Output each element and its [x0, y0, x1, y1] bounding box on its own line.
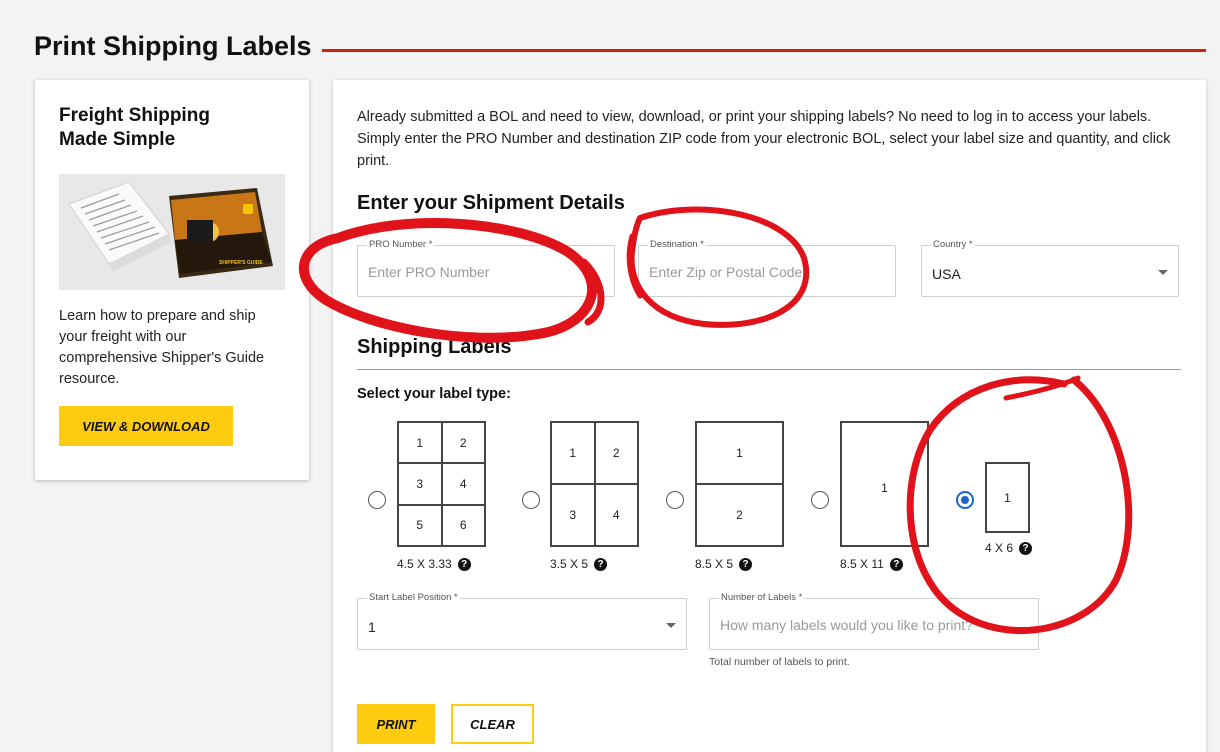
- label-cell: 4: [441, 463, 485, 505]
- label-diagram-3.5x5[interactable]: 1 2 3 4: [550, 421, 639, 547]
- label-size-text: 4.5 X 3.33: [397, 557, 452, 571]
- pro-number-field[interactable]: PRO Number *: [357, 239, 615, 297]
- promo-heading: Freight Shipping Made Simple: [59, 105, 210, 150]
- labels-divider: [357, 369, 1181, 370]
- guide-cover-title: SHIPPER'S GUIDE: [219, 260, 263, 266]
- pro-number-input[interactable]: [368, 264, 604, 280]
- label-diagram-8.5x11[interactable]: 1: [840, 421, 929, 547]
- label-size-caption: 4 X 6 ?: [985, 541, 1033, 555]
- start-label-position-select[interactable]: Start Label Position * 1: [357, 592, 687, 650]
- chevron-down-icon: [1158, 270, 1168, 275]
- print-button[interactable]: PRINT: [357, 704, 435, 744]
- destination-label: Destination *: [648, 239, 706, 250]
- pro-number-label: PRO Number *: [367, 239, 435, 250]
- help-icon[interactable]: ?: [739, 557, 753, 571]
- guide-book-illustration: SHIPPER'S GUIDE: [59, 174, 285, 290]
- help-icon[interactable]: ?: [457, 557, 471, 571]
- destination-input[interactable]: [649, 264, 885, 280]
- label-cell: 3: [551, 484, 595, 546]
- label-cell: 1: [986, 463, 1029, 532]
- label-cell: 1: [696, 422, 783, 484]
- label-cell: 4: [594, 484, 638, 546]
- country-select[interactable]: Country * USA: [921, 239, 1179, 297]
- label-cell: 2: [696, 484, 783, 546]
- label-size-caption: 8.5 X 5 ?: [695, 557, 753, 571]
- label-size-caption: 4.5 X 3.33 ?: [397, 557, 471, 571]
- label-type-radio-8.5x5[interactable]: [666, 491, 684, 509]
- number-of-labels-field[interactable]: Number of Labels *: [709, 592, 1039, 650]
- label-diagram-8.5x5[interactable]: 1 2: [695, 421, 784, 547]
- label-size-caption: 3.5 X 5 ?: [550, 557, 608, 571]
- country-value: USA: [932, 266, 961, 282]
- number-of-labels-input[interactable]: [720, 617, 1028, 633]
- shippers-guide-promo: Freight Shipping Made Simple SHIPPER'S G…: [35, 80, 309, 480]
- shippers-guide-image: SHIPPER'S GUIDE: [59, 174, 285, 290]
- help-icon[interactable]: ?: [889, 557, 903, 571]
- label-cell: 2: [594, 422, 638, 484]
- chevron-down-icon: [666, 623, 676, 628]
- destination-field[interactable]: Destination *: [638, 239, 896, 297]
- label-cell: 1: [841, 422, 928, 546]
- help-icon[interactable]: ?: [1019, 541, 1033, 555]
- label-cell: 1: [398, 422, 442, 464]
- shipping-labels-heading: Shipping Labels: [357, 336, 512, 358]
- help-icon[interactable]: ?: [594, 557, 608, 571]
- start-label-position-value: 1: [368, 619, 376, 635]
- label-type-radio-3.5x5[interactable]: [522, 491, 540, 509]
- label-cell: 6: [441, 504, 485, 546]
- label-cell: 1: [551, 422, 595, 484]
- label-size-text: 3.5 X 5: [550, 557, 589, 571]
- label-type-heading: Select your label type:: [357, 386, 511, 402]
- label-size-text: 4 X 6: [985, 541, 1014, 555]
- label-diagram-4.5x3.33[interactable]: 1 2 3 4 5 6: [397, 421, 486, 547]
- label-cell: 3: [398, 463, 442, 505]
- country-label: Country *: [931, 239, 975, 250]
- title-divider: [321, 48, 1206, 52]
- shipment-details-heading: Enter your Shipment Details: [357, 192, 625, 214]
- number-of-labels-helper: Total number of labels to print.: [709, 656, 850, 668]
- clear-button[interactable]: CLEAR: [451, 704, 534, 744]
- intro-text: Already submitted a BOL and need to view…: [357, 109, 1171, 169]
- number-of-labels-label: Number of Labels *: [719, 592, 805, 603]
- label-cell: 5: [398, 504, 442, 546]
- label-type-radio-8.5x11[interactable]: [811, 491, 829, 509]
- promo-description: Learn how to prepare and ship your freig…: [59, 308, 265, 387]
- label-size-text: 8.5 X 11: [840, 557, 884, 571]
- label-size-text: 8.5 X 5: [695, 557, 734, 571]
- start-label-position-label: Start Label Position *: [367, 592, 460, 603]
- label-type-radio-4.5x3.33[interactable]: [368, 491, 386, 509]
- label-type-radio-4x6[interactable]: [956, 491, 974, 509]
- label-cell: 2: [441, 422, 485, 464]
- view-download-button[interactable]: VIEW & DOWNLOAD: [59, 406, 233, 446]
- label-size-caption: 8.5 X 11 ?: [840, 557, 903, 571]
- page-header: Print Shipping Labels: [34, 26, 1206, 66]
- label-diagram-4x6[interactable]: 1: [985, 462, 1030, 533]
- page-title: Print Shipping Labels: [34, 30, 312, 61]
- print-labels-form: Already submitted a BOL and need to view…: [333, 80, 1206, 752]
